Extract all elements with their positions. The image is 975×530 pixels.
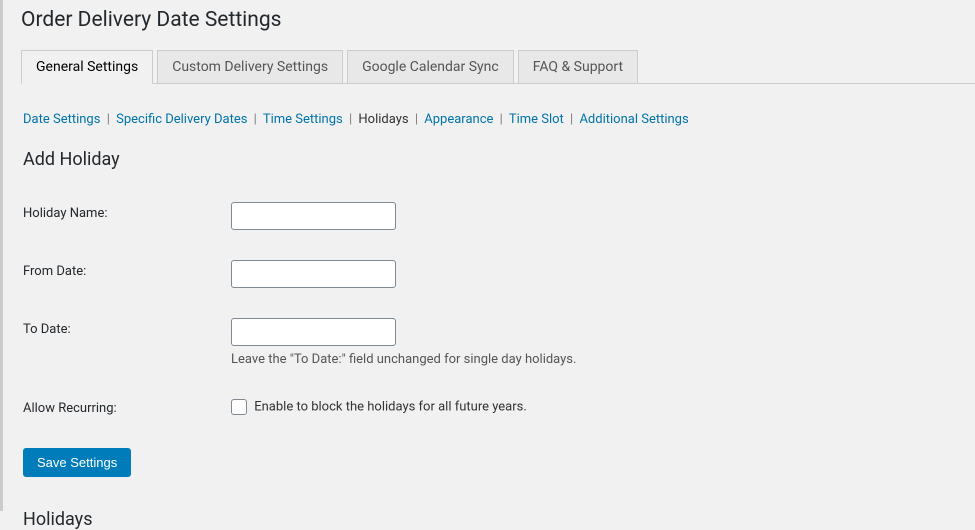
to-date-input[interactable]: [231, 318, 396, 346]
page-title: Order Delivery Date Settings: [3, 0, 975, 32]
separator: |: [346, 112, 355, 127]
tab-general-settings[interactable]: General Settings: [21, 50, 153, 84]
subtab-holidays[interactable]: Holidays: [358, 112, 408, 127]
separator: |: [412, 112, 421, 127]
row-from-date: From Date:: [23, 230, 576, 288]
row-to-date: To Date: Leave the "To Date:" field unch…: [23, 288, 576, 367]
subtab-time-settings[interactable]: Time Settings: [263, 112, 343, 127]
label-from-date: From Date:: [23, 230, 231, 288]
allow-recurring-description: Enable to block the holidays for all fut…: [254, 399, 527, 414]
separator: |: [567, 112, 576, 127]
save-settings-button[interactable]: Save Settings: [23, 448, 131, 477]
separator: |: [104, 112, 113, 127]
subtab-time-slot[interactable]: Time Slot: [509, 112, 564, 127]
subtab-additional-settings[interactable]: Additional Settings: [579, 112, 688, 127]
row-allow-recurring: Allow Recurring: Enable to block the hol…: [23, 367, 576, 416]
form-table: Holiday Name: From Date: To Date: Leave …: [23, 172, 576, 416]
row-holiday-name: Holiday Name:: [23, 172, 576, 230]
subtab-specific-delivery-dates[interactable]: Specific Delivery Dates: [116, 112, 247, 127]
sub-tabs: Date Settings | Specific Delivery Dates …: [23, 112, 975, 127]
label-allow-recurring: Allow Recurring:: [23, 367, 231, 416]
separator: |: [251, 112, 260, 127]
to-date-description: Leave the "To Date:" field unchanged for…: [231, 352, 576, 367]
tab-google-calendar-sync[interactable]: Google Calendar Sync: [347, 50, 514, 84]
label-to-date: To Date:: [23, 288, 231, 367]
subtab-appearance[interactable]: Appearance: [424, 112, 493, 127]
tab-custom-delivery-settings[interactable]: Custom Delivery Settings: [157, 50, 343, 84]
allow-recurring-checkbox[interactable]: [231, 399, 247, 415]
tab-faq-support[interactable]: FAQ & Support: [518, 50, 638, 84]
label-holiday-name: Holiday Name:: [23, 172, 231, 230]
holiday-name-input[interactable]: [231, 202, 396, 230]
section-title-holidays: Holidays: [23, 509, 975, 530]
separator: |: [497, 112, 506, 127]
main-tabs: General Settings Custom Delivery Setting…: [21, 50, 975, 84]
subtab-date-settings[interactable]: Date Settings: [23, 112, 100, 127]
section-title-add-holiday: Add Holiday: [23, 149, 975, 170]
from-date-input[interactable]: [231, 260, 396, 288]
